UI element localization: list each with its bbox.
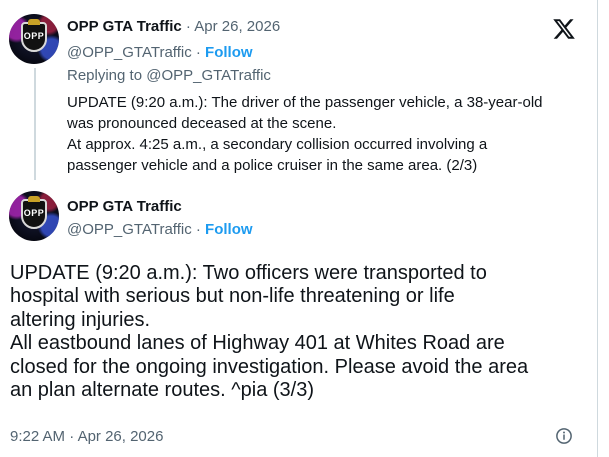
tweet-text-line: UPDATE (9:20 a.m.): The driver of the pa… <box>67 94 543 111</box>
tweet-text-line: UPDATE (9:20 a.m.): Two officers were tr… <box>10 262 487 284</box>
tweet-date: Apr 26, 2026 <box>77 428 164 445</box>
tweet2-handle-row: @OPP_GTATraffic · Follow <box>67 221 253 238</box>
tweet-date[interactable]: Apr 26, 2026 <box>194 18 280 35</box>
avatar-text: OPP <box>23 31 45 41</box>
tweet-text-line: At approx. 4:25 a.m., a secondary collis… <box>67 136 488 153</box>
crown-icon <box>28 19 40 25</box>
tweet-text-line: hospital with serious but non-life threa… <box>10 285 455 308</box>
tweet-text-line: was pronounced deceased at the scene. <box>67 115 337 132</box>
header-separator: · <box>181 18 195 35</box>
tweet-text-line: All eastbound lanes of Highway 401 at Wh… <box>10 332 505 355</box>
follow-separator: · <box>191 44 206 61</box>
tweet1-text: UPDATE (9:20 a.m.): The driver of the pa… <box>67 92 543 176</box>
avatar[interactable]: OPP <box>9 14 59 64</box>
display-name[interactable]: OPP GTA Traffic <box>67 198 182 215</box>
tweet-thread-card: OPP OPP GTA Traffic · Apr 26, 2026 @OPP_… <box>0 0 598 457</box>
x-logo-icon[interactable] <box>551 17 577 41</box>
handle[interactable]: @OPP_GTATraffic <box>67 44 192 61</box>
tweet-text-line: an plan alternate routes. ^pia (3/3) <box>10 379 315 402</box>
tweet-timestamp[interactable]: 9:22 AM · Apr 26, 2026 <box>10 428 163 445</box>
tweet1-handle-row: @OPP_GTATraffic · Follow <box>67 44 253 61</box>
tweet-text-line: passenger vehicle and a police cruiser i… <box>67 157 478 174</box>
tweet-text-line: altering injuries. <box>10 308 151 331</box>
replying-handle[interactable]: @OPP_GTATraffic <box>146 67 271 84</box>
avatar-text: OPP <box>23 208 45 218</box>
crown-icon <box>28 196 40 202</box>
display-name[interactable]: OPP GTA Traffic <box>67 18 182 35</box>
follow-button[interactable]: Follow <box>205 44 253 61</box>
replying-to: Replying to @OPP_GTATraffic <box>67 67 271 84</box>
tweet-time: 9:22 AM <box>10 428 66 445</box>
avatar[interactable]: OPP <box>9 191 59 241</box>
replying-prefix: Replying to <box>67 67 147 84</box>
tweet2-text: UPDATE (9:20 a.m.): Two officers were tr… <box>10 262 528 402</box>
follow-separator: · <box>191 221 206 238</box>
meta-separator: · <box>65 428 78 445</box>
thread-connector <box>34 68 36 180</box>
info-icon[interactable] <box>555 427 573 445</box>
handle[interactable]: @OPP_GTATraffic <box>67 221 192 238</box>
tweet-text-line: closed for the ongoing investigation. Pl… <box>10 355 529 378</box>
tweet1-header: OPP GTA Traffic · Apr 26, 2026 <box>67 18 280 35</box>
follow-button[interactable]: Follow <box>205 221 253 238</box>
